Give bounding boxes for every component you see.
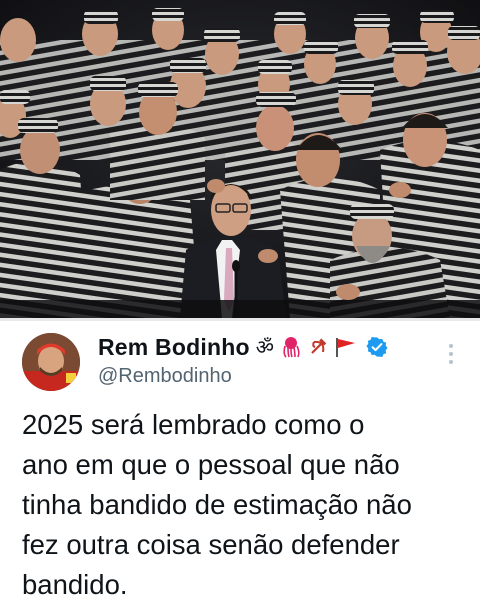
avatar-image <box>22 333 80 391</box>
more-options-icon[interactable] <box>448 343 454 365</box>
avatar[interactable] <box>22 333 80 391</box>
meme-photo <box>0 0 480 318</box>
photo-illustration <box>0 0 480 318</box>
display-name[interactable]: Rem Bodinho <box>98 334 250 361</box>
tweet-text: 2025 será lembrado como o ano em que o p… <box>22 409 412 600</box>
red-flag-icon <box>335 338 355 357</box>
hammer-sickle-icon <box>311 338 327 354</box>
om-icon: ॐ <box>255 335 274 359</box>
tweet-card: Rem Bodinho ॐ @Rembodinho 2025 será lemb… <box>0 318 480 610</box>
squid-icon <box>283 337 300 358</box>
desk <box>0 300 480 318</box>
verified-badge-icon <box>366 337 388 357</box>
handle[interactable]: @Rembodinho <box>98 365 232 388</box>
name-row: Rem Bodinho ॐ <box>98 333 388 361</box>
